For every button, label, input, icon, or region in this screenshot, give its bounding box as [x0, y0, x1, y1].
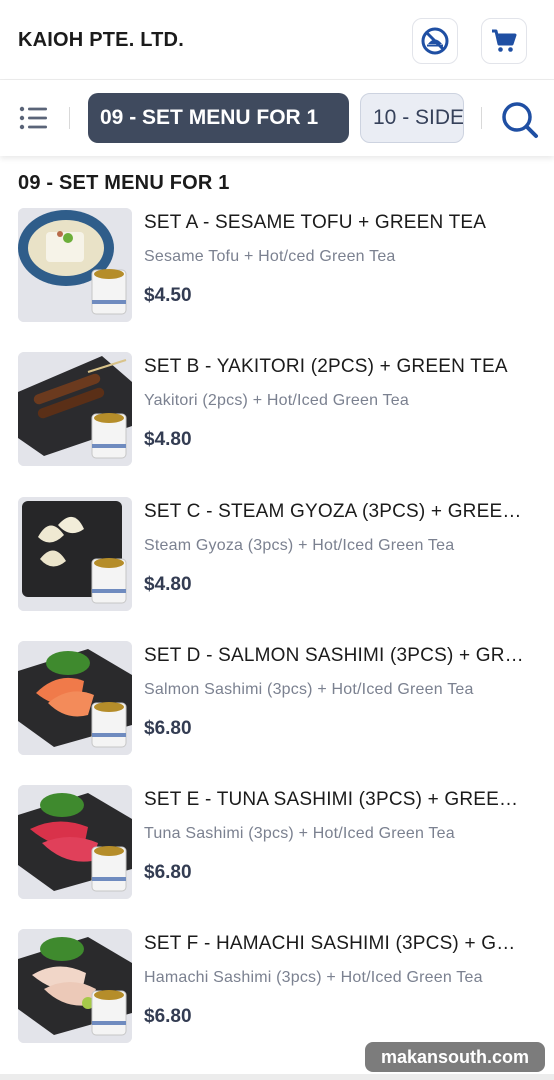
category-bar: 09 - SET MENU FOR 1 10 - SIDE: [0, 80, 554, 156]
item-name: SET E - TUNA SASHIMI (3PCS) + GREEN TEA: [144, 789, 529, 810]
food-photo: [18, 785, 132, 899]
menu-item[interactable]: SET B - YAKITORI (2PCS) + GREEN TEA Yaki…: [0, 352, 554, 496]
food-photo: [18, 208, 132, 322]
item-description: Yakitori (2pcs) + Hot/Iced Green Tea: [144, 392, 409, 409]
tab-side[interactable]: 10 - SIDE: [360, 93, 464, 143]
food-photo: [18, 929, 132, 1043]
food-photo: [18, 641, 132, 755]
item-name: SET A - SESAME TOFU + GREEN TEA: [144, 212, 487, 233]
search-button[interactable]: [500, 100, 540, 140]
item-description: Hamachi Sashimi (3pcs) + Hot/Iced Green …: [144, 969, 483, 986]
item-price: $4.80: [144, 574, 192, 595]
item-description: Salmon Sashimi (3pcs) + Hot/Iced Green T…: [144, 681, 474, 698]
section-title: 09 - SET MENU FOR 1: [18, 172, 230, 194]
menu-item[interactable]: SET C - STEAM GYOZA (3PCS) + GREEN TEA S…: [0, 497, 554, 641]
item-description: Sesame Tofu + Hot/ced Green Tea: [144, 248, 396, 265]
no-service-icon: [421, 27, 449, 55]
divider: [481, 107, 482, 129]
menu-item[interactable]: SET E - TUNA SASHIMI (3PCS) + GREEN TEA …: [0, 785, 554, 929]
cart-button[interactable]: [481, 18, 527, 64]
food-photo: [18, 352, 132, 466]
list-icon: [19, 106, 47, 130]
item-name: SET C - STEAM GYOZA (3PCS) + GREEN TEA: [144, 501, 529, 522]
item-name: SET B - YAKITORI (2PCS) + GREEN TEA: [144, 356, 508, 377]
search-icon: [502, 102, 538, 138]
category-list-button[interactable]: [18, 104, 50, 132]
item-price: $4.80: [144, 429, 192, 450]
no-service-button[interactable]: [412, 18, 458, 64]
divider: [69, 107, 70, 129]
cart-icon: [492, 29, 517, 52]
tab-set-menu-for-1[interactable]: 09 - SET MENU FOR 1: [88, 93, 349, 143]
app-header: KAIOH PTE. LTD.: [0, 0, 554, 80]
item-description: Tuna Sashimi (3pcs) + Hot/Iced Green Tea: [144, 825, 455, 842]
store-name: KAIOH PTE. LTD.: [18, 29, 184, 51]
item-description: Steam Gyoza (3pcs) + Hot/Iced Green Tea: [144, 537, 455, 554]
item-price: $6.80: [144, 862, 192, 883]
food-photo: [18, 497, 132, 611]
item-price: $6.80: [144, 1006, 192, 1027]
item-name: SET D - SALMON SASHIMI (3PCS) + GREEN TE…: [144, 645, 529, 666]
menu-item[interactable]: SET D - SALMON SASHIMI (3PCS) + GREEN TE…: [0, 641, 554, 785]
item-price: $6.80: [144, 718, 192, 739]
watermark: makansouth.com: [365, 1042, 545, 1072]
item-price: $4.50: [144, 285, 192, 306]
bottom-bar: [0, 1074, 554, 1080]
menu-item[interactable]: SET A - SESAME TOFU + GREEN TEA Sesame T…: [0, 208, 554, 352]
item-name: SET F - HAMACHI SASHIMI (3PCS) + GREEN T…: [144, 933, 529, 954]
